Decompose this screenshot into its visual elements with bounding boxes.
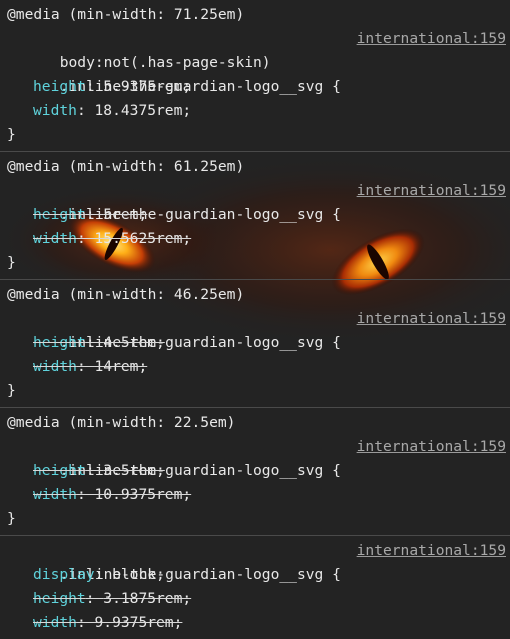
colon: : bbox=[76, 102, 95, 119]
declaration-overridden[interactable]: height: 3.1875rem; bbox=[0, 587, 510, 611]
colon: : bbox=[85, 590, 104, 607]
colon: : bbox=[85, 334, 104, 351]
colon: : bbox=[85, 78, 104, 95]
property-name[interactable]: width bbox=[33, 614, 77, 631]
closing-brace: } bbox=[7, 126, 16, 143]
media-query: @media (min-width: 61.25em) bbox=[7, 158, 245, 175]
colon: : bbox=[76, 486, 95, 503]
selector-line: body:not(.has-page-skin) international:1… bbox=[0, 27, 510, 71]
colon: : bbox=[76, 230, 95, 247]
property-value[interactable]: 14rem; bbox=[95, 358, 148, 375]
colon: : bbox=[85, 462, 104, 479]
source-link[interactable]: international:159 bbox=[357, 435, 506, 459]
css-rule: @media (min-width: 46.25em) .inline-the-… bbox=[0, 280, 510, 408]
property-name[interactable]: width bbox=[33, 230, 77, 247]
declaration-overridden[interactable]: height: 5rem; bbox=[0, 203, 510, 227]
declaration[interactable]: display: block; bbox=[0, 563, 510, 587]
property-name[interactable]: height bbox=[33, 78, 86, 95]
media-query: @media (min-width: 46.25em) bbox=[7, 286, 245, 303]
source-link[interactable]: international:159 bbox=[357, 539, 506, 563]
property-name[interactable]: height bbox=[33, 334, 86, 351]
declaration-overridden[interactable]: width: 9.9375rem; bbox=[0, 611, 510, 635]
closing-brace: } bbox=[7, 254, 16, 271]
property-value[interactable]: 15.5625rem; bbox=[95, 230, 192, 247]
declaration[interactable]: width: 18.4375rem; bbox=[0, 99, 510, 123]
property-name[interactable]: display bbox=[33, 566, 95, 583]
selector-line: .inline-the-guardian-logo__svg { interna… bbox=[0, 435, 510, 479]
colon: : bbox=[76, 614, 95, 631]
css-rule: @media (min-width: 61.25em) .inline-the-… bbox=[0, 152, 510, 280]
declaration-overridden[interactable]: height: 4.5rem; bbox=[0, 331, 510, 355]
declaration-overridden[interactable]: height: 3.5rem; bbox=[0, 459, 510, 483]
property-name[interactable]: height bbox=[33, 462, 86, 479]
declaration-overridden[interactable]: width: 14rem; bbox=[0, 355, 510, 379]
property-value[interactable]: 5rem; bbox=[103, 206, 147, 223]
selector-line: .inline-the-guardian-logo__svg { interna… bbox=[0, 539, 510, 583]
media-query: @media (min-width: 22.5em) bbox=[7, 414, 236, 431]
property-value[interactable]: 10.9375rem; bbox=[95, 486, 192, 503]
selector-line: .inline-the-guardian-logo__svg { bbox=[0, 51, 510, 95]
property-value[interactable]: 4.5rem; bbox=[103, 334, 165, 351]
media-query: @media (min-width: 71.25em) bbox=[7, 6, 245, 23]
declaration-overridden[interactable]: width: 10.9375rem; bbox=[0, 483, 510, 507]
closing-brace: } bbox=[7, 510, 16, 527]
property-value[interactable]: block; bbox=[112, 566, 165, 583]
declaration[interactable]: height: 5.9375rem; bbox=[0, 75, 510, 99]
colon: : bbox=[85, 206, 104, 223]
colon: : bbox=[76, 358, 95, 375]
property-name[interactable]: width bbox=[33, 102, 77, 119]
closing-brace: } bbox=[7, 382, 16, 399]
source-link[interactable]: international:159 bbox=[357, 307, 506, 331]
selector-line: .inline-the-guardian-logo__svg { interna… bbox=[0, 307, 510, 351]
styles-pane: @media (min-width: 71.25em) body:not(.ha… bbox=[0, 0, 510, 639]
property-name[interactable]: width bbox=[33, 358, 77, 375]
property-name[interactable]: height bbox=[33, 206, 86, 223]
colon: : bbox=[94, 566, 113, 583]
css-rule: @media (min-width: 22.5em) .inline-the-g… bbox=[0, 408, 510, 536]
property-value[interactable]: 3.5rem; bbox=[103, 462, 165, 479]
property-name[interactable]: width bbox=[33, 486, 77, 503]
declaration-overridden[interactable]: width: 15.5625rem; bbox=[0, 227, 510, 251]
css-rule: @media (min-width: 71.25em) body:not(.ha… bbox=[0, 0, 510, 152]
source-link[interactable]: international:159 bbox=[357, 179, 506, 203]
css-rule: .inline-the-guardian-logo__svg { interna… bbox=[0, 536, 510, 639]
property-value[interactable]: 3.1875rem; bbox=[103, 590, 191, 607]
source-link[interactable]: international:159 bbox=[357, 27, 506, 51]
property-value[interactable]: 5.9375rem; bbox=[103, 78, 191, 95]
property-name[interactable]: height bbox=[33, 590, 86, 607]
selector-line: .inline-the-guardian-logo__svg { interna… bbox=[0, 179, 510, 223]
property-value[interactable]: 18.4375rem; bbox=[95, 102, 192, 119]
property-value[interactable]: 9.9375rem; bbox=[95, 614, 183, 631]
